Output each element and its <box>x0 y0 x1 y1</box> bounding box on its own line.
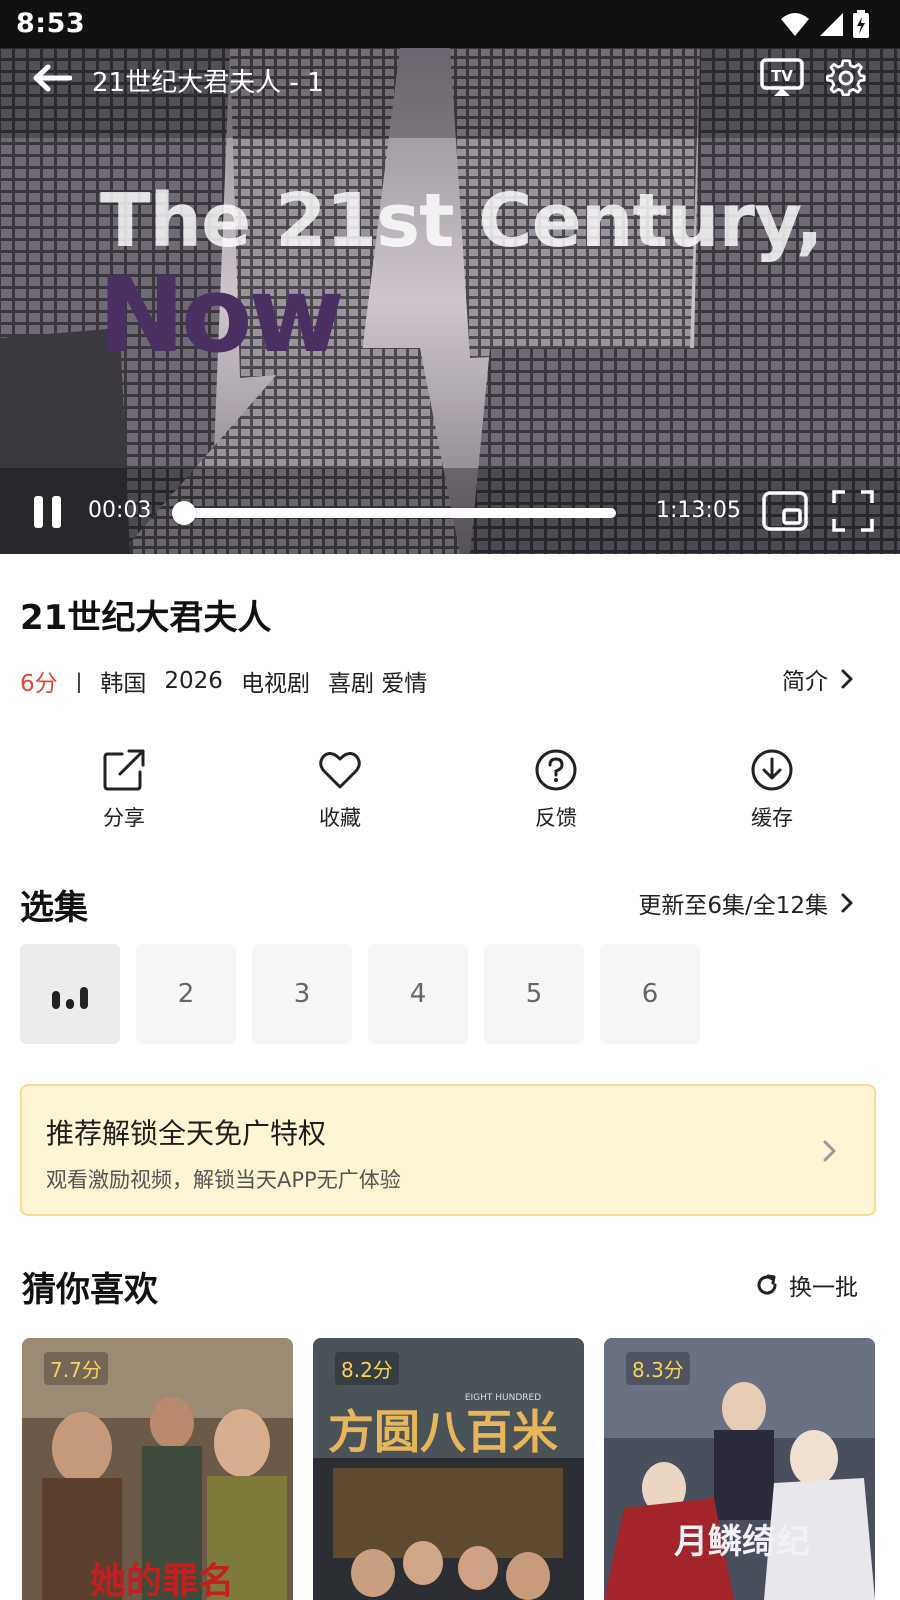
episode-6-button[interactable]: 6 <box>600 944 700 1044</box>
status-time: 8:53 <box>16 8 86 39</box>
ad-banner-title: 推荐解锁全天免广特权 <box>46 1117 327 1150</box>
drama-genres: 喜剧 爱情 <box>327 671 428 697</box>
recommend-list: 她的罪名 7.7分 方圆八百米 EIGHT HUNDRED 8.2分 月鳞绮纪 … <box>22 1338 878 1600</box>
poster-title-3: 月鳞绮纪 <box>674 1522 810 1562</box>
drama-category: 电视剧 <box>240 671 310 697</box>
chevron-right-icon <box>841 669 853 689</box>
refresh-icon <box>757 1274 777 1295</box>
episode-5-button[interactable]: 5 <box>484 944 584 1044</box>
episode-1-button[interactable] <box>20 944 120 1044</box>
action-bar: 分享 收藏 反馈 缓存 <box>0 748 900 838</box>
poster-title-1: 她的罪名 <box>90 1560 234 1600</box>
drama-year: 2026 <box>164 668 223 694</box>
drama-title: 21世纪大君夫人 <box>20 598 272 638</box>
recommend-card-3[interactable]: 月鳞绮纪 8.3分 <box>604 1338 875 1600</box>
total-time: 1:13:05 <box>656 498 741 523</box>
ad-free-banner[interactable]: 推荐解锁全天免广特权 观看激励视频，解锁当天APP无广体验 <box>20 1084 876 1216</box>
refresh-label: 换一批 <box>789 1275 858 1301</box>
drama-country: 韩国 <box>100 671 147 697</box>
episodes-title: 选集 <box>20 888 88 928</box>
episode-list: 2 3 4 5 6 <box>20 944 700 1044</box>
recommend-title: 猜你喜欢 <box>22 1270 158 1310</box>
status-bar: 8:53 <box>0 0 900 48</box>
back-arrow-icon[interactable] <box>30 62 72 94</box>
tv-cast-icon[interactable]: TV <box>760 58 804 98</box>
download-label: 缓存 <box>751 806 793 830</box>
favorite-button[interactable]: 收藏 <box>280 748 400 832</box>
picture-in-picture-icon[interactable] <box>762 490 808 532</box>
player-controls: 00:03 1:13:05 <box>0 484 900 554</box>
wifi-icon <box>781 13 809 36</box>
video-player[interactable]: The 21st Century, Now 21世纪大君夫人 - 1 TV 00… <box>0 48 900 554</box>
episode-4-button[interactable]: 4 <box>368 944 468 1044</box>
poster-score-2: 8.2分 <box>335 1352 399 1385</box>
tv-label: TV <box>771 67 793 85</box>
pause-icon[interactable] <box>32 494 64 530</box>
video-overlay-title: The 21st Century, <box>100 178 824 264</box>
signal-icon <box>820 13 843 36</box>
drama-score: 6分 <box>20 671 58 697</box>
video-overlay-subtitle: Now <box>98 254 345 376</box>
heart-icon <box>319 752 361 789</box>
fullscreen-icon[interactable] <box>832 490 874 532</box>
download-icon <box>751 749 793 791</box>
feedback-button[interactable]: 反馈 <box>496 748 616 832</box>
intro-link[interactable]: 简介 <box>782 662 858 696</box>
now-playing-icon <box>52 987 88 1009</box>
drama-meta: 6分 | 韩国 2026 电视剧 喜剧 爱情 <box>20 664 445 698</box>
settings-gear-icon[interactable] <box>826 58 866 98</box>
recommend-card-2[interactable]: 方圆八百米 EIGHT HUNDRED 8.2分 <box>313 1338 584 1600</box>
recommend-card-1[interactable]: 她的罪名 7.7分 <box>22 1338 293 1600</box>
battery-charging-icon <box>853 10 869 38</box>
chevron-right-icon <box>841 893 853 913</box>
chevron-right-icon <box>823 1140 836 1162</box>
download-button[interactable]: 缓存 <box>712 748 832 832</box>
poster-subtitle-2: EIGHT HUNDRED <box>465 1393 541 1403</box>
poster-title-2: 方圆八百米 <box>328 1405 558 1459</box>
progress-bar[interactable] <box>172 501 616 525</box>
progress-thumb[interactable] <box>172 501 197 525</box>
meta-separator: | <box>75 669 83 693</box>
favorite-label: 收藏 <box>319 806 361 830</box>
question-icon <box>535 749 577 791</box>
episode-3-button[interactable]: 3 <box>252 944 352 1044</box>
ad-banner-subtitle: 观看激励视频，解锁当天APP无广体验 <box>46 1168 401 1192</box>
refresh-button[interactable]: 换一批 <box>755 1268 858 1302</box>
status-icons <box>780 9 870 39</box>
feedback-label: 反馈 <box>535 806 577 830</box>
current-time: 00:03 <box>88 498 152 523</box>
player-top-bar: 21世纪大君夫人 - 1 TV <box>0 48 900 118</box>
episodes-update-text: 更新至6集/全12集 <box>638 893 828 919</box>
poster-score-1: 7.7分 <box>44 1352 108 1385</box>
share-label: 分享 <box>103 806 145 830</box>
video-title: 21世纪大君夫人 - 1 <box>92 68 324 98</box>
share-icon <box>103 749 145 791</box>
intro-label: 简介 <box>782 669 828 695</box>
poster-score-3: 8.3分 <box>626 1352 690 1385</box>
episode-2-button[interactable]: 2 <box>136 944 236 1044</box>
episodes-update-link[interactable]: 更新至6集/全12集 <box>638 886 858 920</box>
share-button[interactable]: 分享 <box>64 748 184 832</box>
